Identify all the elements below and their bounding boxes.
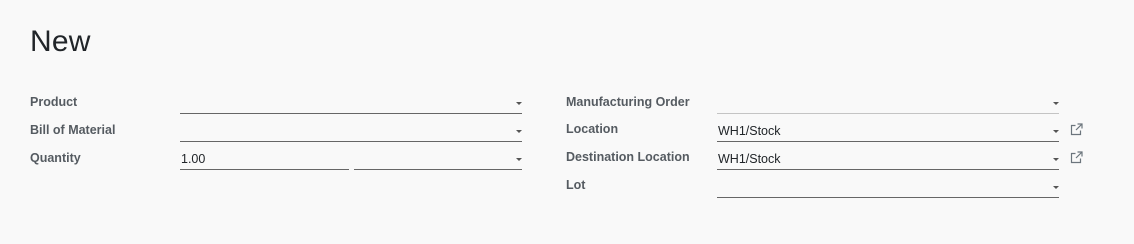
external-link-icon[interactable] (1070, 151, 1083, 164)
manufacturing-order-field[interactable] (717, 92, 1059, 114)
quantity-value: 1.00 (181, 152, 206, 166)
caret-down-icon[interactable] (516, 158, 522, 161)
caret-down-icon[interactable] (516, 130, 522, 133)
quantity-input[interactable]: 1.00 (180, 148, 349, 170)
caret-down-icon[interactable] (1053, 186, 1059, 189)
location-value: WH1/Stock (718, 124, 781, 138)
manufacturing-order-label: Manufacturing Order (566, 95, 690, 109)
caret-down-icon[interactable] (516, 102, 522, 105)
lot-label: Lot (566, 178, 586, 192)
lot-field[interactable] (717, 176, 1059, 198)
product-field[interactable] (180, 92, 522, 114)
quantity-label: Quantity (30, 151, 81, 165)
destination-location-value: WH1/Stock (718, 152, 781, 166)
uom-field[interactable] (354, 148, 522, 170)
caret-down-icon[interactable] (1053, 102, 1059, 105)
destination-location-field[interactable]: WH1/Stock (717, 148, 1059, 170)
bom-label: Bill of Material (30, 123, 116, 137)
product-label: Product (30, 95, 78, 109)
page-title: New (30, 25, 91, 58)
location-label: Location (566, 122, 619, 136)
location-field[interactable]: WH1/Stock (717, 120, 1059, 142)
caret-down-icon[interactable] (1053, 130, 1059, 133)
caret-down-icon[interactable] (1053, 158, 1059, 161)
bom-field[interactable] (180, 120, 522, 142)
form-view: New Product Bill of Material Quantity 1.… (0, 0, 1134, 244)
external-link-icon[interactable] (1070, 123, 1083, 136)
destination-location-label: Destination Location (566, 150, 690, 164)
